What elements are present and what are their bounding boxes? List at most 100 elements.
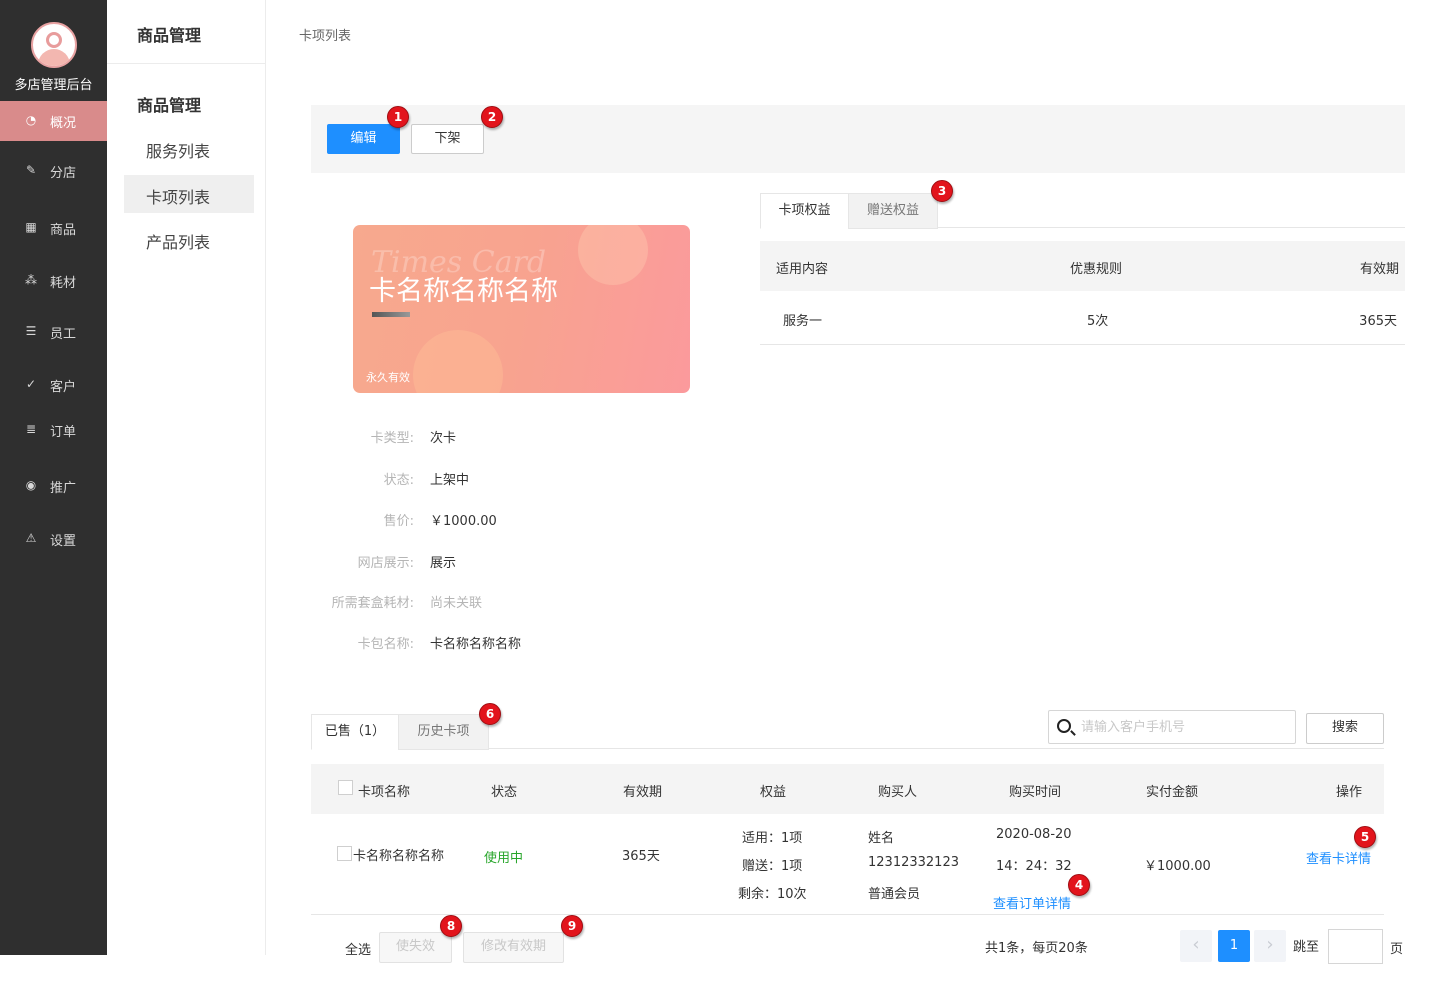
- phone-search-input[interactable]: [1081, 717, 1281, 737]
- sidebar-item-goods[interactable]: ▦ 商品: [0, 208, 107, 248]
- phone-search-field[interactable]: [1048, 710, 1296, 744]
- invalidate-button[interactable]: 使失效: [379, 932, 452, 963]
- search-button[interactable]: 搜索: [1306, 713, 1384, 744]
- info-card-type: 卡类型: 次卡: [300, 427, 600, 447]
- offshelf-button[interactable]: 下架: [411, 124, 484, 154]
- info-label: 卡类型:: [370, 431, 414, 446]
- sidebar-item-promotion[interactable]: ◉ 推广: [0, 466, 107, 506]
- card-name: 卡名称名称名称: [369, 276, 558, 307]
- sold-table-header: 卡项名称 状态 有效期 权益 购买人 购买时间 实付金额 操作: [311, 764, 1384, 814]
- page-unit-label: 页: [1390, 942, 1404, 957]
- info-status: 状态: 上架中: [300, 469, 600, 489]
- row-checkbox[interactable]: [337, 846, 352, 861]
- sidebar-item-consumables[interactable]: ⁂ 耗材: [0, 261, 107, 301]
- sidebar-item-branches[interactable]: ✎ 分店: [0, 151, 107, 191]
- select-all-checkbox[interactable]: [338, 780, 353, 795]
- main-sidebar: 多店管理后台 ◔ 概况 ✎ 分店 ▦ 商品 ⁂ 耗材 ☰ 员工 ✓ 客户 ≣ 订…: [0, 0, 107, 955]
- sidebar-item-settings[interactable]: ⚠ 设置: [0, 519, 107, 559]
- info-value: 上架中: [430, 473, 470, 488]
- annotation-marker: 9: [561, 915, 583, 937]
- column-header: 优惠规则: [1070, 262, 1123, 277]
- info-value: 尚未关联: [430, 596, 483, 611]
- sidebar-item-customers[interactable]: ✓ 客户: [0, 365, 107, 405]
- column-header: 实付金额: [1146, 785, 1199, 800]
- view-card-link[interactable]: 查看卡详情: [1306, 848, 1371, 867]
- select-all-label[interactable]: 全选: [345, 939, 371, 958]
- pagination-summary: 共1条，每页20条: [985, 941, 1088, 956]
- chart-icon: ◉: [25, 478, 37, 492]
- info-label: 状态:: [383, 473, 414, 488]
- sidebar-item-label: 推广: [50, 481, 77, 496]
- rights-applicable: 适用：1项: [742, 831, 803, 846]
- rights-validity: 365天: [1359, 314, 1397, 329]
- subnav-header-title: 商品管理: [137, 26, 202, 45]
- subnav-item-cards[interactable]: 卡项列表: [124, 175, 254, 213]
- grid-icon: ▦: [25, 220, 37, 234]
- warning-icon: ⚠: [25, 531, 37, 545]
- info-label: 所需套盒耗材:: [331, 596, 414, 611]
- column-header: 有效期: [1359, 262, 1399, 277]
- rights-table-header: 适用内容 优惠规则 有效期: [760, 241, 1405, 291]
- tab-card-rights[interactable]: 卡项权益: [760, 193, 849, 229]
- tab-history-cards[interactable]: 历史卡项: [398, 714, 489, 750]
- annotation-marker: 1: [387, 106, 409, 128]
- info-value: ￥1000.00: [430, 514, 497, 529]
- column-header: 状态: [491, 785, 518, 800]
- column-header: 操作: [1336, 785, 1363, 800]
- status-badge: 使用中: [484, 851, 524, 866]
- sidebar-item-label: 订单: [50, 425, 77, 440]
- column-header: 卡项名称: [358, 785, 411, 800]
- column-header: 购买人: [878, 785, 918, 800]
- annotation-marker: 4: [1068, 874, 1090, 896]
- rights-rule: 5次: [1087, 314, 1109, 329]
- validity-cell: 365天: [622, 849, 660, 864]
- sidebar-item-label: 概况: [50, 116, 77, 131]
- sidebar-item-label: 分店: [50, 166, 77, 181]
- sidebar-item-overview[interactable]: ◔ 概况: [0, 101, 107, 141]
- edit-button[interactable]: 编辑: [327, 124, 400, 154]
- subnav-item-label: 卡项列表: [146, 188, 211, 207]
- check-circle-icon: ✓: [25, 377, 37, 391]
- subnav-item-products[interactable]: 产品列表: [124, 220, 254, 258]
- modify-validity-button[interactable]: 修改有效期: [463, 932, 564, 963]
- card-divider: [372, 312, 410, 317]
- card-name-cell: 卡名称名称名称: [353, 849, 445, 864]
- edit-icon: ✎: [25, 163, 37, 177]
- breadcrumb[interactable]: 卡项列表: [299, 25, 351, 44]
- card-validity: 永久有效: [366, 371, 410, 384]
- next-page-button[interactable]: ›: [1254, 930, 1286, 962]
- logo-avatar: [31, 22, 77, 68]
- column-header: 适用内容: [776, 262, 829, 277]
- table-row: 服务一 5次 365天: [760, 291, 1405, 345]
- info-consumables: 所需套盒耗材: 尚未关联: [300, 592, 600, 612]
- search-icon: [1057, 719, 1071, 733]
- rights-remaining: 剩余：10次: [738, 887, 807, 902]
- column-header: 购买时间: [1009, 785, 1062, 800]
- subnav-group-title: 商品管理: [137, 96, 202, 115]
- view-order-link[interactable]: 查看订单详情: [993, 893, 1071, 912]
- tab-gift-rights[interactable]: 赠送权益: [848, 193, 938, 229]
- rights-gift: 赠送：1项: [742, 859, 803, 874]
- subnav-item-label: 服务列表: [146, 142, 211, 161]
- info-price: 售价: ￥1000.00: [300, 510, 600, 530]
- page-1-button[interactable]: 1: [1218, 930, 1250, 962]
- info-label: 网店展示:: [357, 556, 414, 571]
- annotation-marker: 3: [931, 180, 953, 202]
- jump-page-input[interactable]: [1328, 929, 1383, 964]
- sidebar-item-orders[interactable]: ≣ 订单: [0, 410, 107, 450]
- column-header: 有效期: [623, 785, 663, 800]
- annotation-marker: 6: [479, 703, 501, 725]
- annotation-marker: 2: [481, 106, 503, 128]
- card-preview: Times Card 卡名称名称名称 永久有效: [353, 225, 690, 393]
- sidebar-item-label: 员工: [50, 327, 77, 342]
- prev-page-button[interactable]: ‹: [1180, 930, 1212, 962]
- subnav-header: 商品管理: [107, 0, 265, 64]
- cubes-icon: ⁂: [25, 273, 37, 287]
- column-header: 权益: [760, 785, 787, 800]
- annotation-marker: 5: [1354, 826, 1376, 848]
- sidebar-item-staff[interactable]: ☰ 员工: [0, 312, 107, 352]
- tab-sold[interactable]: 已售（1）: [311, 714, 399, 750]
- amount-cell: ￥1000.00: [1144, 859, 1211, 874]
- info-shop-display: 网店展示: 展示: [300, 552, 600, 572]
- subnav-item-services[interactable]: 服务列表: [124, 129, 254, 167]
